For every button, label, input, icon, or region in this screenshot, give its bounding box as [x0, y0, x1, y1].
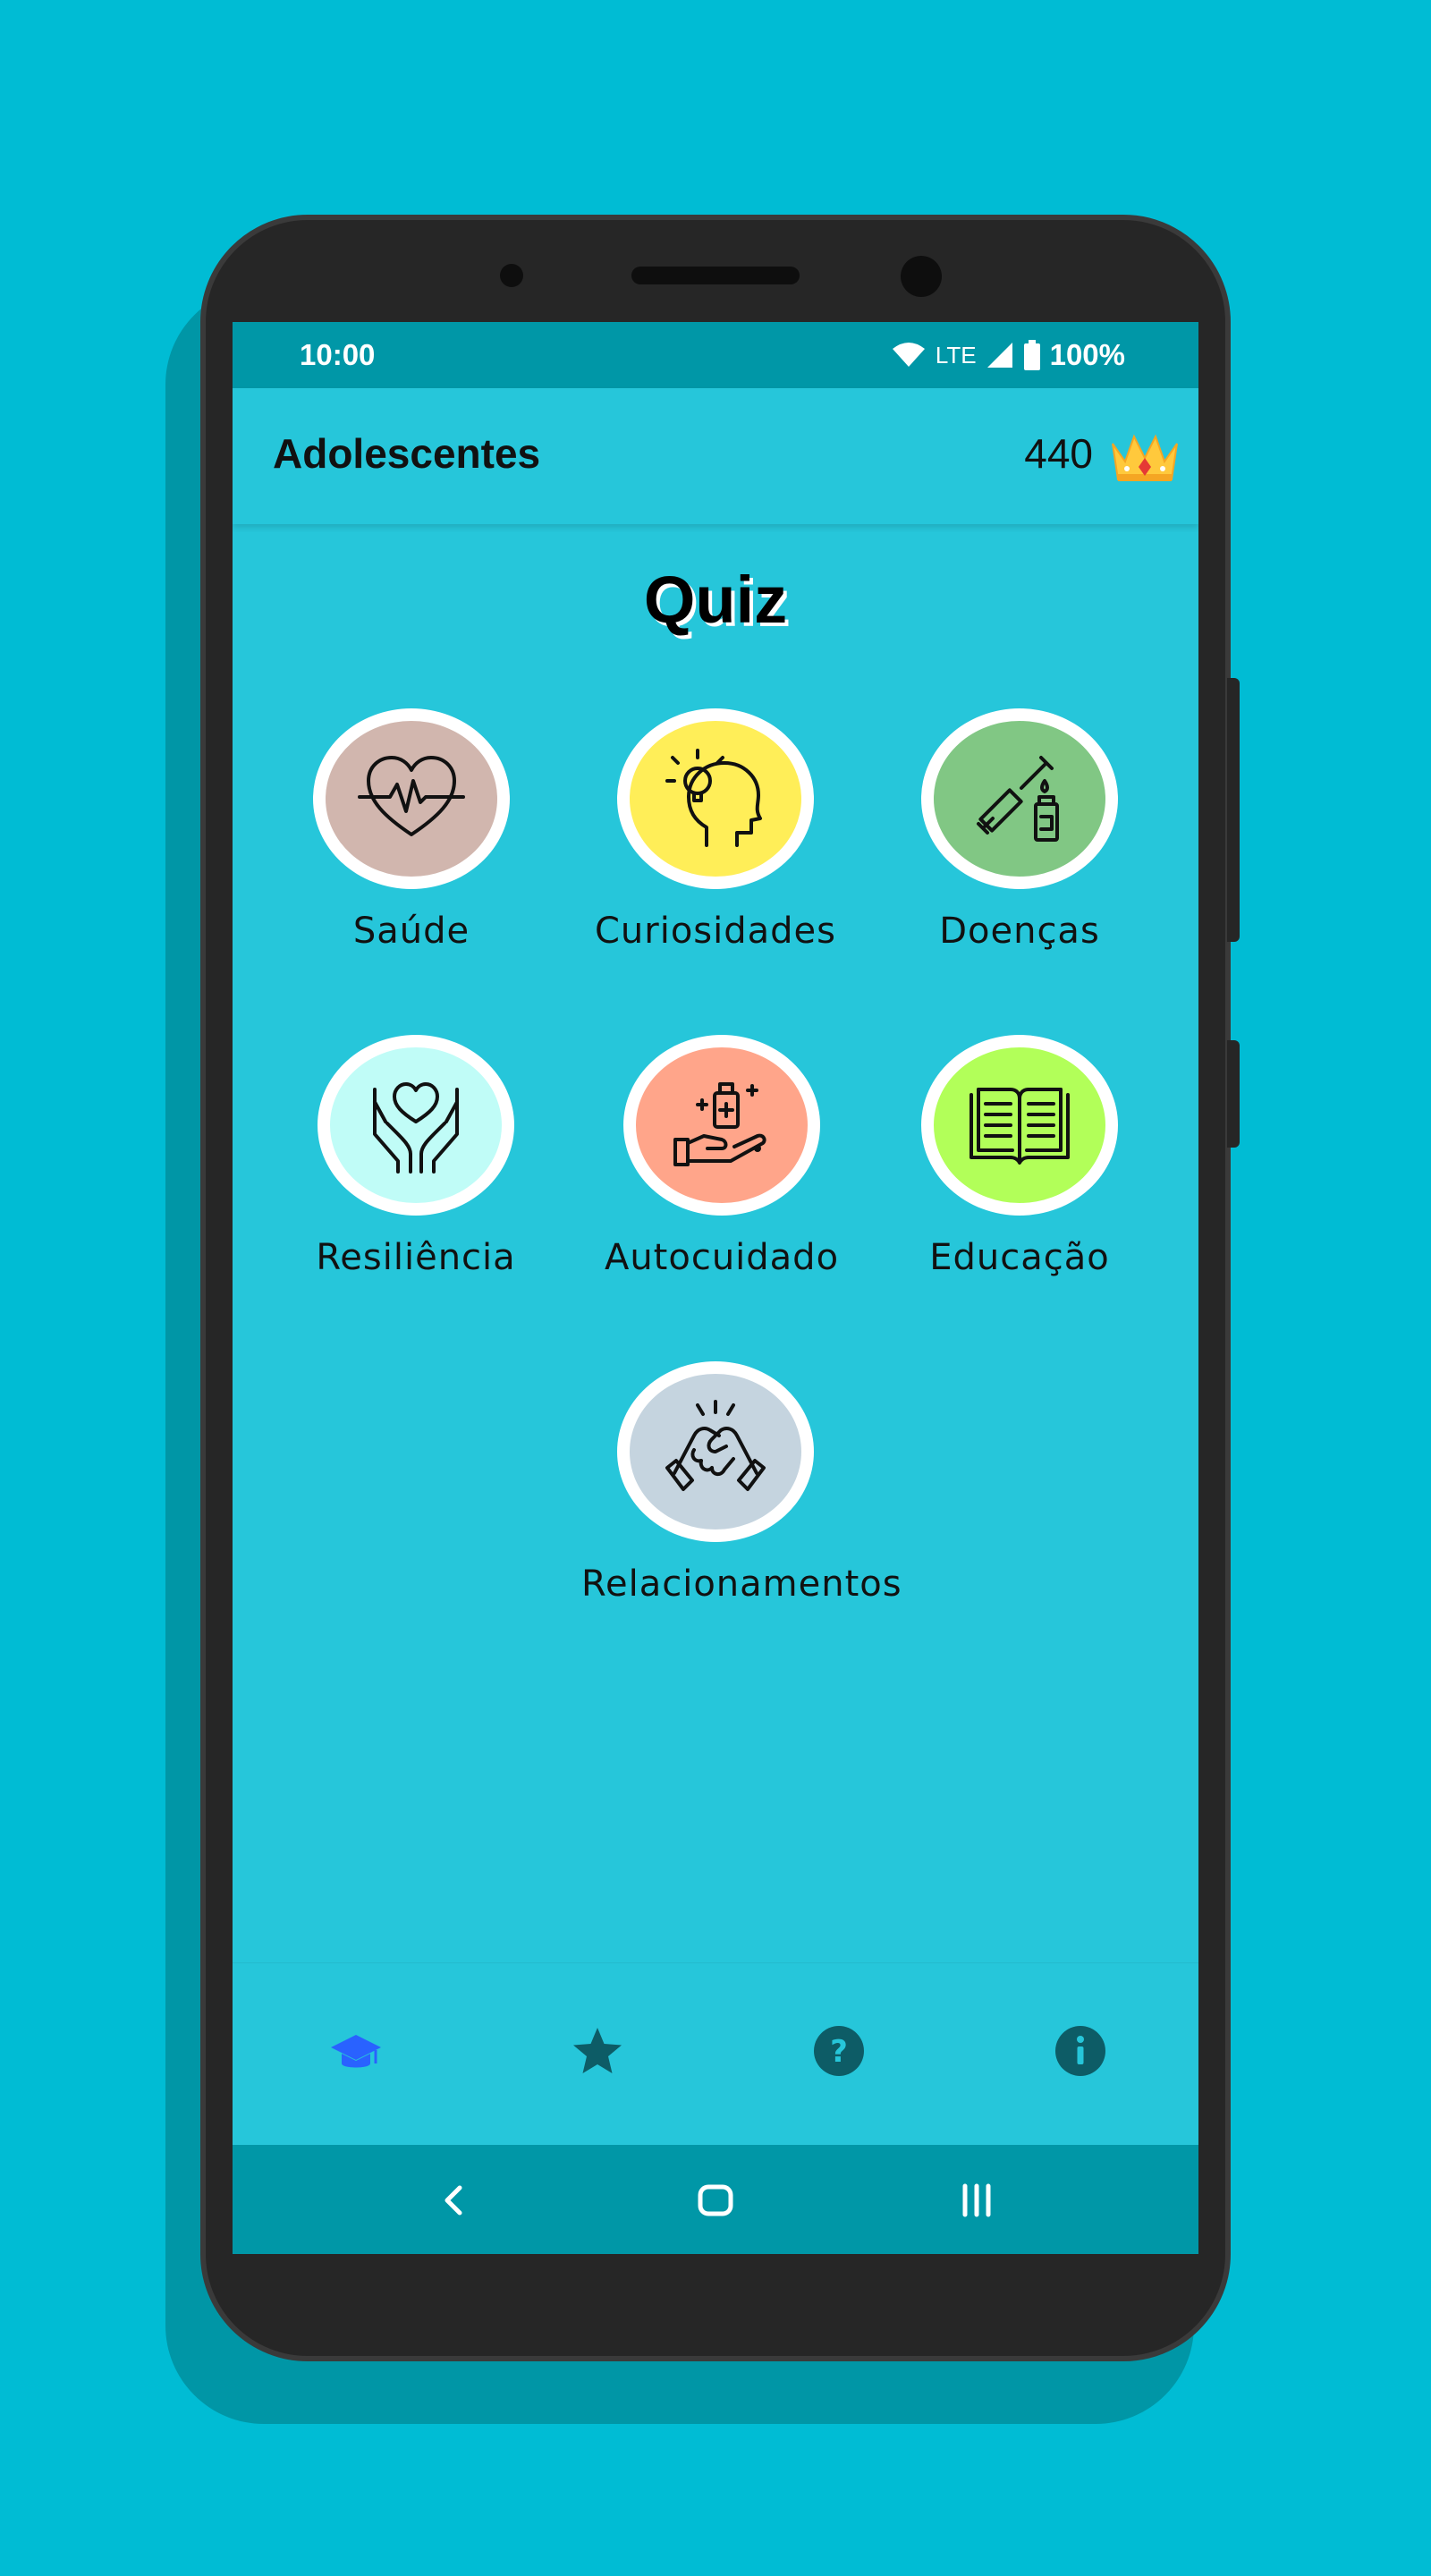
hands-heart-icon [373, 1082, 459, 1174]
category-relacionamentos[interactable]: Relacionamentos [581, 1361, 902, 1605]
battery-percent: 100% [1049, 338, 1125, 371]
category-curiosidades[interactable]: Curiosidades [581, 708, 850, 952]
nav-favorites[interactable] [569, 2022, 626, 2080]
category-label: Autocuidado [604, 1237, 840, 1278]
category-label: Doenças [939, 911, 1100, 952]
home-button[interactable] [690, 2175, 741, 2225]
category-icon-circle [921, 1035, 1118, 1216]
app-screen: 10:00 LTE 100% Adolescentes 440 Quiz Saú… [233, 322, 1198, 2254]
status-bar: 10:00 LTE 100% [233, 322, 1198, 388]
home-icon [698, 2184, 733, 2216]
category-icon-circle [617, 1361, 814, 1542]
crown-icon [1112, 434, 1178, 481]
system-navigation-bar [233, 2145, 1198, 2254]
score-value: 440 [1024, 430, 1093, 477]
power-button [1227, 1040, 1240, 1148]
app-bar: Adolescentes 440 [233, 388, 1198, 524]
star-icon [573, 2028, 622, 2073]
idea-head-icon [665, 749, 762, 847]
back-button[interactable] [429, 2175, 479, 2225]
nav-quiz[interactable] [327, 2022, 385, 2080]
svg-text:?: ? [830, 2034, 848, 2070]
category-icon-circle [921, 708, 1118, 889]
recents-icon [962, 2183, 991, 2217]
info-icon [1055, 2026, 1105, 2076]
category-label: Educação [929, 1237, 1110, 1278]
category-icon-circle [313, 708, 510, 889]
category-icon-circle [623, 1035, 820, 1216]
signal-icon [986, 343, 1012, 368]
back-icon [445, 2185, 462, 2216]
volume-button [1227, 678, 1240, 942]
category-label: Saúde [352, 911, 470, 952]
bottom-navigation: ? [233, 1962, 1198, 2145]
status-time: 10:00 [300, 338, 376, 371]
graduation-cap-icon [331, 2035, 381, 2068]
category-saude[interactable]: Saúde [277, 708, 546, 952]
category-resiliencia[interactable]: Resiliência [282, 1035, 550, 1278]
category-icon-circle [617, 708, 814, 889]
wifi-icon [892, 343, 925, 367]
sensor [500, 264, 523, 287]
nav-help[interactable]: ? [810, 2022, 868, 2080]
nav-info[interactable] [1052, 2022, 1109, 2080]
category-icon-circle [318, 1035, 514, 1216]
category-label: Relacionamentos [581, 1563, 902, 1605]
category-educacao[interactable]: Educação [885, 1035, 1154, 1278]
handshake-icon [665, 1400, 766, 1491]
earpiece [631, 267, 800, 284]
category-autocuidado[interactable]: Autocuidado [588, 1035, 856, 1278]
syringe-vial-icon [977, 756, 1059, 842]
question-icon: ? [814, 2026, 864, 2076]
open-book-icon [970, 1088, 1070, 1165]
app-title: Adolescentes [273, 430, 541, 477]
network-type: LTE [935, 341, 977, 369]
status-icons: LTE 100% [891, 335, 1125, 376]
category-label: Resiliência [316, 1237, 516, 1278]
front-camera [901, 256, 942, 297]
category-doencas[interactable]: Doenças [885, 708, 1154, 952]
hand-medicine-icon [673, 1082, 766, 1166]
battery-icon [1023, 340, 1040, 370]
category-label: Curiosidades [594, 911, 836, 952]
recents-button[interactable] [952, 2175, 1002, 2225]
page-title: Quiz [643, 563, 788, 637]
heartbeat-icon [358, 756, 465, 836]
